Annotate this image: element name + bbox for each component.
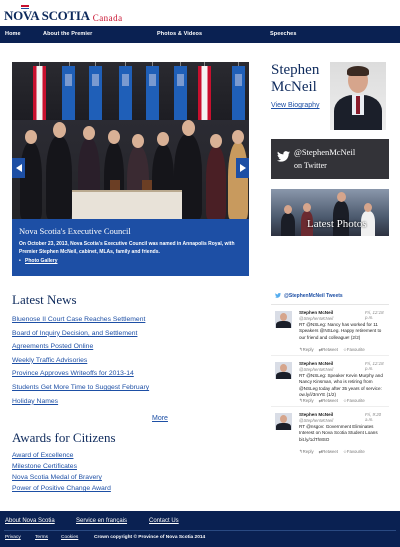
news-item[interactable]: Agreements Posted Online bbox=[12, 343, 172, 357]
latest-photos-label: Latest Photos bbox=[307, 218, 367, 230]
footer-french-link[interactable]: Service en français bbox=[76, 518, 127, 524]
award-item[interactable]: Nova Scotia Medal of Bravery bbox=[12, 474, 111, 485]
tweets-header-label: @StephenMcNeil Tweets bbox=[284, 293, 343, 299]
main-nav: Home About the Premier Photos & Videos S… bbox=[0, 26, 400, 43]
canada-flag-icon bbox=[33, 66, 46, 121]
ns-flag-icon bbox=[89, 66, 102, 121]
tweet-handle[interactable]: @StephenMcNeil bbox=[299, 418, 333, 423]
news-item[interactable]: Holiday Names bbox=[12, 398, 172, 412]
tweet-actions: ↰Reply ⇄Retweet ☆Favourite bbox=[299, 449, 365, 455]
premier-last-name: McNeil bbox=[271, 79, 317, 95]
tweet-author[interactable]: Stephen McNeil bbox=[299, 310, 333, 315]
tweet: Stephen McNeil Fri, 9:20 a.m. @StephenMc… bbox=[271, 407, 389, 458]
tweet-time[interactable]: Fri, 9:20 a.m. bbox=[365, 412, 389, 422]
hero-description: On October 23, 2013, Nova Scotia's Execu… bbox=[19, 241, 235, 255]
favourite-button[interactable]: ☆Favourite bbox=[343, 449, 365, 455]
tweet-author[interactable]: Stephen McNeil bbox=[299, 361, 333, 366]
hero-title: Nova Scotia's Executive Council bbox=[19, 226, 131, 236]
footer-privacy-link[interactable]: Privacy bbox=[5, 535, 21, 540]
retweet-button[interactable]: ⇄Retweet bbox=[319, 449, 338, 455]
ns-flag-icon bbox=[119, 66, 132, 121]
twitter-feed-widget: @StephenMcNeil Tweets Stephen McNeil Fri… bbox=[271, 293, 389, 458]
nav-photos-videos[interactable]: Photos & Videos bbox=[157, 31, 202, 37]
premier-name: Stephen McNeil bbox=[271, 62, 319, 96]
avatar[interactable] bbox=[275, 362, 292, 379]
tweet-handle[interactable]: @StephenMcNeil bbox=[299, 367, 333, 372]
favourite-button[interactable]: ☆Favourite bbox=[343, 347, 365, 353]
award-item[interactable]: Power of Positive Change Award bbox=[12, 485, 111, 496]
tweet-handle[interactable]: @StephenMcNeil bbox=[299, 316, 333, 321]
twitter-subtitle: on Twitter bbox=[294, 161, 327, 170]
twitter-handle: @StephenMcNeil bbox=[294, 147, 356, 157]
triangle-left-icon bbox=[15, 164, 22, 172]
news-more-link[interactable]: More bbox=[152, 415, 168, 422]
awards-list: Award of Excellence Milestone Certificat… bbox=[12, 452, 111, 496]
footer-terms-link[interactable]: Terms bbox=[35, 535, 48, 540]
footer-cookies-link[interactable]: Cookies bbox=[61, 535, 78, 540]
latest-news-list: Bluenose II Court Case Reaches Settlemen… bbox=[12, 316, 172, 411]
site-header: NOVA SCOTIA Canada bbox=[0, 0, 400, 26]
tweet: Stephen McNeil Fri, 12:18 p.m. @StephenM… bbox=[271, 305, 389, 356]
news-item[interactable]: Bluenose II Court Case Reaches Settlemen… bbox=[12, 316, 172, 330]
nav-about-premier[interactable]: About the Premier bbox=[43, 31, 92, 37]
nav-speeches[interactable]: Speeches bbox=[270, 31, 296, 37]
retweet-button[interactable]: ⇄Retweet bbox=[319, 347, 338, 353]
tweet-author[interactable]: Stephen McNeil bbox=[299, 412, 333, 417]
news-item[interactable]: Province Approves Writeoffs for 2013-14 bbox=[12, 370, 172, 384]
avatar[interactable] bbox=[275, 311, 292, 328]
retweet-button[interactable]: ⇄Retweet bbox=[319, 398, 338, 404]
tweet-time[interactable]: Fri, 12:18 p.m. bbox=[365, 310, 389, 320]
tweet: Stephen McNeil Fri, 12:18 p.m. @StephenM… bbox=[271, 356, 389, 407]
tweet-actions: ↰Reply ⇄Retweet ☆Favourite bbox=[299, 347, 365, 353]
news-item[interactable]: Students Get More Time to Suggest Februa… bbox=[12, 384, 172, 398]
reply-button[interactable]: ↰Reply bbox=[299, 449, 314, 455]
tweet-body: RT @NSLeg: Nancy has worked for 11 Speak… bbox=[299, 322, 382, 340]
news-item[interactable]: Weekly Traffic Advisories bbox=[12, 357, 172, 371]
twitter-bird-icon bbox=[277, 151, 290, 162]
avatar[interactable] bbox=[275, 413, 292, 430]
twitter-promo-box[interactable]: @StephenMcNeil on Twitter bbox=[271, 139, 389, 179]
news-item[interactable]: Board of Inquiry Decision, and Settlemen… bbox=[12, 330, 172, 344]
logo-flag-icon bbox=[21, 5, 29, 10]
logo-wordmark: NOVA SCOTIA bbox=[4, 5, 90, 24]
ns-flag-icon bbox=[146, 66, 159, 121]
tweet-body: RT @nsgov: Government Eliminates Interes… bbox=[299, 424, 378, 442]
nav-home[interactable]: Home bbox=[5, 31, 21, 37]
nova-scotia-logo[interactable]: NOVA SCOTIA Canada bbox=[4, 2, 123, 24]
site-footer: About Nova Scotia Service en français Co… bbox=[0, 511, 400, 547]
tweets-header[interactable]: @StephenMcNeil Tweets bbox=[271, 293, 389, 305]
favourite-button[interactable]: ☆Favourite bbox=[343, 398, 365, 404]
latest-photos-box[interactable]: Latest Photos bbox=[271, 189, 389, 236]
award-item[interactable]: Award of Excellence bbox=[12, 452, 111, 463]
premier-first-name: Stephen bbox=[271, 62, 320, 78]
view-biography-link[interactable]: View Biography bbox=[271, 102, 320, 109]
slideshow-next-button[interactable] bbox=[236, 158, 249, 178]
canada-flag-icon bbox=[198, 66, 211, 121]
executive-council-photo[interactable] bbox=[12, 62, 249, 219]
tweet-actions: ↰Reply ⇄Retweet ☆Favourite bbox=[299, 398, 365, 404]
logo-canada-text: Canada bbox=[92, 13, 123, 23]
photo-gallery-link[interactable]: Photo Gallery bbox=[19, 258, 242, 264]
tweet-time[interactable]: Fri, 12:18 p.m. bbox=[365, 361, 389, 371]
twitter-bird-icon bbox=[275, 293, 281, 298]
award-item[interactable]: Milestone Certificates bbox=[12, 463, 111, 474]
ns-flag-icon bbox=[174, 66, 187, 121]
hero-caption: Nova Scotia's Executive Council On Octob… bbox=[12, 219, 249, 276]
premier-portrait bbox=[330, 62, 386, 130]
reply-button[interactable]: ↰Reply bbox=[299, 398, 314, 404]
ns-flag-icon bbox=[232, 66, 245, 121]
triangle-right-icon bbox=[239, 164, 246, 172]
tweet-body: RT @NSLeg: Speaker Kevin Murphy and Nanc… bbox=[299, 373, 383, 397]
copyright-text: Crown copyright © Province of Nova Scoti… bbox=[94, 535, 206, 540]
slideshow-prev-button[interactable] bbox=[12, 158, 25, 178]
reply-button[interactable]: ↰Reply bbox=[299, 347, 314, 353]
footer-contact-link[interactable]: Contact Us bbox=[149, 518, 179, 524]
footer-about-link[interactable]: About Nova Scotia bbox=[5, 518, 55, 524]
latest-news-heading: Latest News bbox=[12, 292, 77, 307]
awards-heading: Awards for Citizens bbox=[12, 430, 116, 445]
footer-divider bbox=[4, 530, 396, 531]
ns-flag-icon bbox=[62, 66, 75, 121]
hero-slideshow: Nova Scotia's Executive Council On Octob… bbox=[12, 62, 249, 276]
